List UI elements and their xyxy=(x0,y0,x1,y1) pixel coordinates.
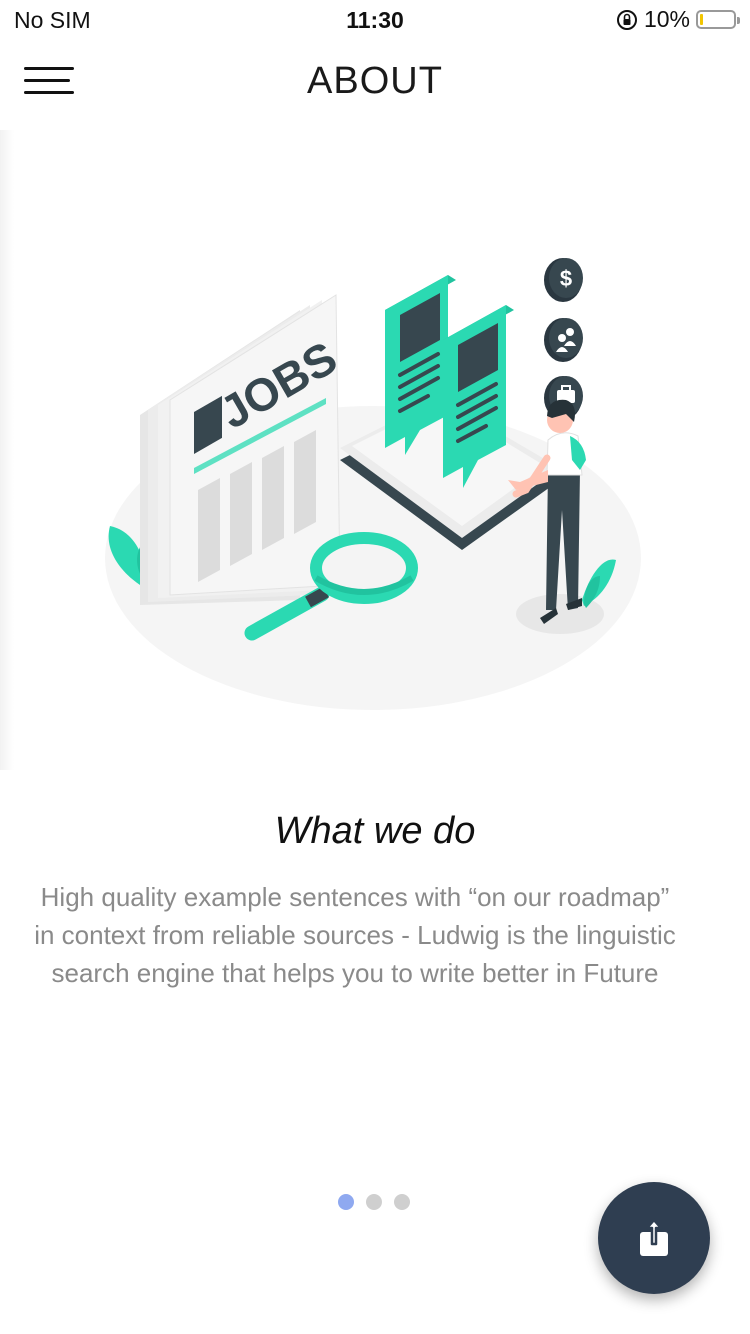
page-dot-3[interactable] xyxy=(394,1194,410,1210)
dollar-coin-icon: $ xyxy=(544,258,583,302)
share-icon xyxy=(640,1218,668,1256)
nav-bar: ABOUT xyxy=(0,44,750,120)
page-title: ABOUT xyxy=(307,60,443,102)
people-coin-icon xyxy=(544,318,583,362)
status-indicators: 10% xyxy=(616,6,740,33)
battery-icon xyxy=(696,10,740,29)
jobs-illustration: JOBS $ xyxy=(105,258,641,710)
page-dot-1[interactable] xyxy=(338,1194,354,1210)
battery-level xyxy=(700,14,703,25)
status-bar: No SIM 11:30 10% xyxy=(0,0,750,40)
section-description: High quality example sentences with “on … xyxy=(34,882,676,988)
page-dot-2[interactable] xyxy=(366,1194,382,1210)
share-button[interactable] xyxy=(598,1182,710,1294)
battery-percent: 10% xyxy=(643,6,690,32)
page-indicator xyxy=(338,1194,410,1210)
section-title: What we do xyxy=(274,810,476,852)
orientation-lock-icon xyxy=(616,9,637,30)
svg-text:$: $ xyxy=(560,266,572,291)
